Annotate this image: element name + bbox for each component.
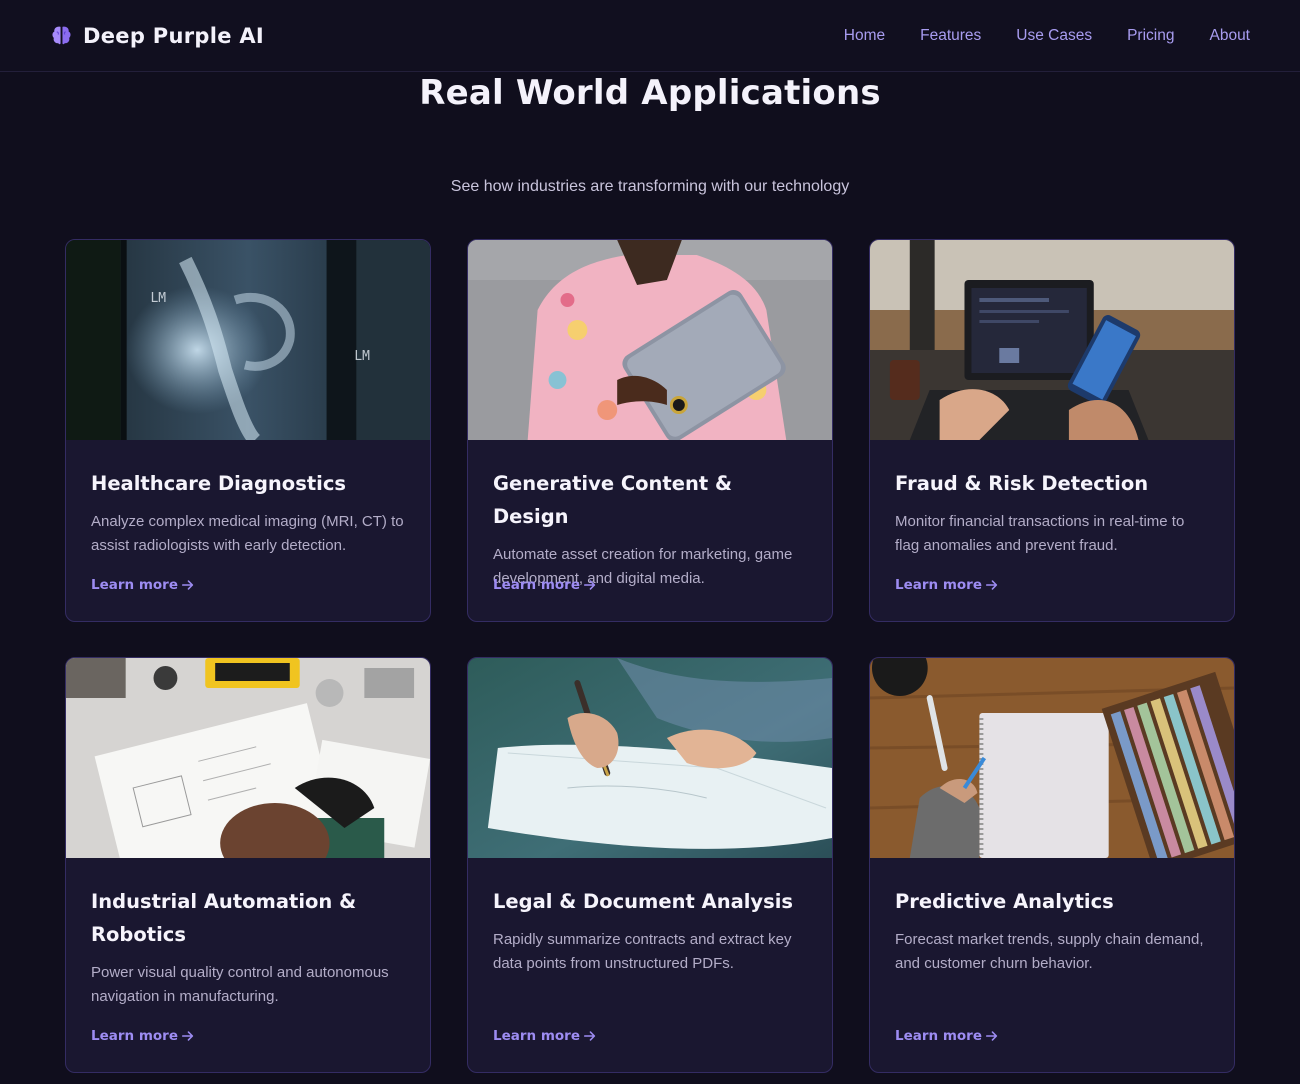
- card-body: Healthcare Diagnostics Analyze complex m…: [66, 440, 430, 621]
- learn-more-label: Learn more: [91, 1028, 178, 1044]
- svg-text:LM: LM: [151, 291, 167, 306]
- svg-text:LM: LM: [354, 349, 370, 364]
- card-description: Power visual quality control and autonom…: [91, 964, 389, 1005]
- learn-more-link[interactable]: Learn more: [493, 1028, 597, 1044]
- card-title: Predictive Analytics: [895, 890, 1114, 913]
- nav-home-link[interactable]: Home: [844, 27, 885, 45]
- card-title: Legal & Document Analysis: [493, 890, 794, 913]
- use-cases-grid-row-1: LM LM Healthcare Diagnostics Analyze com…: [65, 239, 1235, 622]
- learn-more-label: Learn more: [91, 577, 178, 593]
- arrow-right-icon: [583, 580, 596, 590]
- learn-more-label: Learn more: [493, 1028, 580, 1044]
- arrow-right-icon: [985, 580, 998, 590]
- learn-more-label: Learn more: [895, 1028, 982, 1044]
- arrow-right-icon: [583, 1031, 596, 1041]
- card-description: Monitor financial transactions in real-t…: [895, 513, 1185, 554]
- use-case-card-industrial: Industrial Automation & Robotics Power v…: [65, 657, 431, 1073]
- card-image-laptop-phone: [870, 240, 1234, 440]
- card-body: Predictive Analytics Forecast market tre…: [870, 858, 1234, 1072]
- learn-more-link[interactable]: Learn more: [895, 577, 999, 593]
- card-image-xray: LM LM: [66, 240, 430, 440]
- nav-about-link[interactable]: About: [1209, 27, 1250, 45]
- brand-logo[interactable]: Deep Purple AI: [50, 24, 264, 48]
- card-body: Legal & Document Analysis Rapidly summar…: [468, 858, 832, 1072]
- nav-pricing-link[interactable]: Pricing: [1127, 27, 1174, 45]
- card-body: Industrial Automation & Robotics Power v…: [66, 858, 430, 1072]
- nav-features-link[interactable]: Features: [920, 27, 981, 45]
- card-title: Healthcare Diagnostics: [91, 472, 346, 495]
- learn-more-link[interactable]: Learn more: [91, 577, 195, 593]
- use-cases-grid-row-2: Industrial Automation & Robotics Power v…: [65, 657, 1235, 1073]
- arrow-right-icon: [181, 580, 194, 590]
- card-body: Fraud & Risk Detection Monitor financial…: [870, 440, 1234, 621]
- brand-name: Deep Purple AI: [83, 23, 265, 48]
- learn-more-label: Learn more: [895, 577, 982, 593]
- use-case-card-generative: Generative Content & Design Automate ass…: [467, 239, 833, 622]
- card-image-workbench: [66, 658, 430, 858]
- card-title: Fraud & Risk Detection: [895, 472, 1149, 495]
- brain-icon: [52, 26, 71, 45]
- card-image-notebook: [870, 658, 1234, 858]
- card-body: Generative Content & Design Automate ass…: [468, 440, 832, 621]
- section-title: Real World Applications: [419, 73, 881, 113]
- card-image-laptop-person: [468, 240, 832, 440]
- section-subtitle: See how industries are transforming with…: [450, 178, 850, 195]
- card-description: Analyze complex medical imaging (MRI, CT…: [91, 513, 404, 554]
- card-title: Industrial Automation & Robotics: [91, 890, 357, 946]
- card-description: Forecast market trends, supply chain dem…: [895, 931, 1204, 972]
- learn-more-link[interactable]: Learn more: [493, 577, 597, 593]
- learn-more-link[interactable]: Learn more: [91, 1028, 195, 1044]
- use-case-card-fraud: Fraud & Risk Detection Monitor financial…: [869, 239, 1235, 622]
- learn-more-label: Learn more: [493, 577, 580, 593]
- card-title: Generative Content & Design: [493, 472, 732, 528]
- learn-more-link[interactable]: Learn more: [895, 1028, 999, 1044]
- use-case-card-healthcare: LM LM Healthcare Diagnostics Analyze com…: [65, 239, 431, 622]
- arrow-right-icon: [181, 1031, 194, 1041]
- arrow-right-icon: [985, 1031, 998, 1041]
- card-description: Rapidly summarize contracts and extract …: [493, 931, 792, 972]
- card-image-signing: [468, 658, 832, 858]
- use-case-card-predictive: Predictive Analytics Forecast market tre…: [869, 657, 1235, 1073]
- nav-use-cases-link[interactable]: Use Cases: [1016, 27, 1092, 45]
- use-case-card-legal: Legal & Document Analysis Rapidly summar…: [467, 657, 833, 1073]
- nav-links: Home Features Use Cases Pricing About: [844, 27, 1250, 45]
- navbar: Deep Purple AI Home Features Use Cases P…: [0, 0, 1300, 72]
